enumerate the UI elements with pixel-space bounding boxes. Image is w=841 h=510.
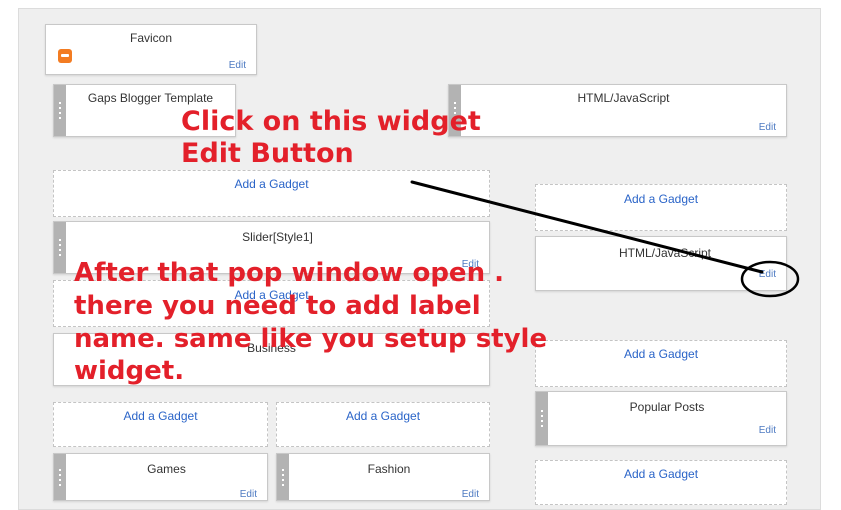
games-title: Games: [147, 462, 186, 476]
drag-handle[interactable]: [54, 222, 66, 273]
favicon-edit-link[interactable]: Edit: [229, 60, 246, 71]
add-gadget-label: Add a Gadget: [345, 409, 421, 423]
drag-handle[interactable]: [54, 85, 66, 136]
popular-posts-widget[interactable]: Popular Posts Edit: [535, 391, 787, 446]
add-gadget-link[interactable]: Add a Gadget: [53, 402, 268, 447]
add-gadget-link[interactable]: Add a Gadget: [535, 340, 787, 387]
favicon-title: Favicon: [129, 31, 173, 45]
gaps-template-title: Gaps Blogger Template: [87, 91, 214, 105]
html-javascript-top-title: HTML/JavaScript: [577, 91, 670, 105]
blogger-icon: [58, 49, 72, 63]
html-javascript-right-edit-link[interactable]: Edit: [759, 269, 776, 280]
drag-handle[interactable]: [536, 392, 548, 445]
annotation-bottom-line2: there you need to add label: [74, 290, 481, 321]
html-javascript-right-title: HTML/JavaScript: [618, 246, 712, 260]
fashion-title: Fashion: [367, 462, 411, 476]
add-gadget-label: Add a Gadget: [623, 467, 699, 481]
favicon-widget: Favicon Edit: [45, 24, 257, 75]
slider-title: Slider[Style1]: [242, 230, 313, 244]
annotation-bottom-line1: After that pop window open .: [74, 258, 505, 288]
annotation-bottom-line3: name. same like you setup style: [74, 323, 548, 354]
add-gadget-link[interactable]: Add a Gadget: [535, 184, 787, 231]
add-gadget-link[interactable]: Add a Gadget: [276, 402, 490, 447]
add-gadget-label: Add a Gadget: [623, 192, 699, 206]
html-javascript-widget-top[interactable]: HTML/JavaScript Edit: [448, 84, 787, 137]
popular-posts-edit-link[interactable]: Edit: [759, 425, 776, 436]
annotation-top-line1: Click on this widget: [181, 106, 481, 137]
annotation-bottom: After that pop window open . there you n…: [74, 257, 547, 388]
add-gadget-link[interactable]: Add a Gadget: [535, 460, 787, 505]
html-javascript-top-edit-link[interactable]: Edit: [759, 122, 776, 133]
add-gadget-link[interactable]: Add a Gadget: [53, 170, 490, 217]
fashion-widget[interactable]: Fashion Edit: [276, 453, 490, 501]
html-javascript-widget-right[interactable]: HTML/JavaScript Edit: [535, 236, 787, 291]
drag-handle[interactable]: [277, 454, 289, 500]
annotation-top-line2: Edit Button: [181, 137, 354, 169]
annotation-top: Click on this widget Edit Button: [181, 106, 481, 170]
annotation-bottom-line4: widget.: [74, 356, 185, 387]
add-gadget-label: Add a Gadget: [123, 409, 198, 423]
drag-handle[interactable]: [54, 454, 66, 500]
add-gadget-label: Add a Gadget: [234, 177, 309, 191]
games-widget[interactable]: Games Edit: [53, 453, 268, 501]
add-gadget-label: Add a Gadget: [623, 347, 699, 361]
popular-posts-title: Popular Posts: [629, 400, 705, 414]
